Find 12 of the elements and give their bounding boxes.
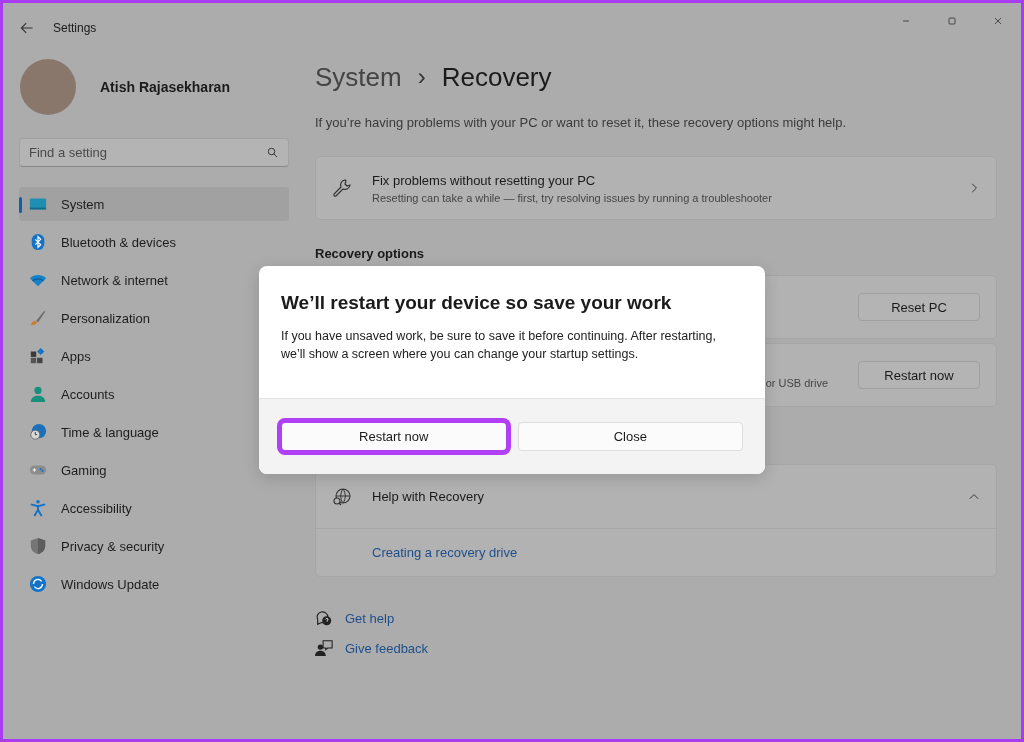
profile-name: Atish Rajasekharan <box>100 78 230 95</box>
card-subtitle: Resetting can take a while — first, try resolving issues by running a troubleshooter <box>372 191 773 204</box>
option-description: or USB drive <box>765 377 828 389</box>
dialog-title: We’ll restart your device so save your work <box>281 292 673 314</box>
window-title: Settings <box>53 21 97 35</box>
breadcrumb-separator: › <box>417 63 426 91</box>
intro-text: If you’re having problems with your PC or want to reset it, these recovery options might help. <box>315 115 848 130</box>
card-title: Help with Recovery <box>372 489 485 504</box>
dialog-message: If you have unsaved work, be sure to save it before continuing. After restarting, we’ll show a screen where you can change your startup settings. <box>281 328 717 363</box>
page-title: Recovery <box>441 61 552 93</box>
section-heading: Recovery options <box>315 247 426 261</box>
card-title: Fix problems without resetting your PC <box>372 172 597 188</box>
